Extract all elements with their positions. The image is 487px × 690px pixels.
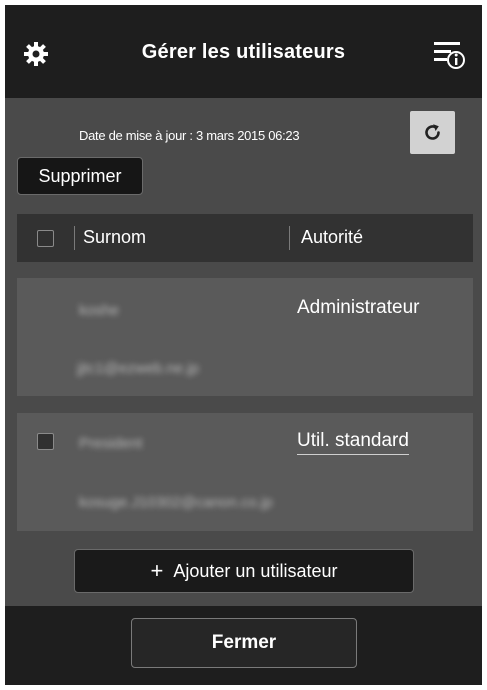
user-email: kosuge.J10302@canon.co.jp [79, 494, 273, 511]
close-button[interactable]: Fermer [131, 618, 357, 668]
column-header-authority[interactable]: Autorité [301, 227, 363, 248]
select-all-checkbox[interactable] [37, 230, 54, 247]
add-user-button[interactable]: + Ajouter un utilisateur [74, 549, 414, 593]
user-email: jjtc1@ezweb.ne.jp [77, 360, 199, 377]
add-user-label: Ajouter un utilisateur [173, 560, 338, 581]
last-updated-text: Date de mise à jour : 3 mars 2015 06:23 [79, 128, 300, 143]
column-header-nickname[interactable]: Surnom [83, 227, 146, 248]
refresh-button[interactable] [410, 111, 455, 154]
user-authority: Administrateur [297, 297, 420, 318]
app-frame: Gérer les utilisateurs Date de mise à jo… [5, 5, 482, 685]
user-nickname: koshe [79, 302, 120, 319]
page-title: Gérer les utilisateurs [141, 41, 346, 63]
plus-icon: + [150, 558, 164, 583]
user-management-panel: Date de mise à jour : 3 mars 2015 06:23 … [5, 98, 482, 606]
user-authority-link[interactable]: Util. standard [297, 430, 409, 455]
title-bar: Gérer les utilisateurs [5, 5, 482, 98]
user-nickname: President [79, 435, 143, 452]
row-checkbox[interactable] [37, 433, 54, 450]
bottom-bar: Fermer [5, 606, 482, 685]
column-divider [74, 226, 75, 250]
column-divider [289, 226, 290, 250]
table-row[interactable]: President Util. standard kosuge.J10302@c… [17, 413, 473, 531]
table-header: Surnom Autorité [17, 214, 473, 262]
menu-info-icon[interactable] [432, 37, 466, 71]
table-row[interactable]: koshe Administrateur jjtc1@ezweb.ne.jp [17, 278, 473, 396]
delete-button[interactable]: Supprimer [17, 157, 143, 195]
refresh-icon [425, 124, 440, 140]
